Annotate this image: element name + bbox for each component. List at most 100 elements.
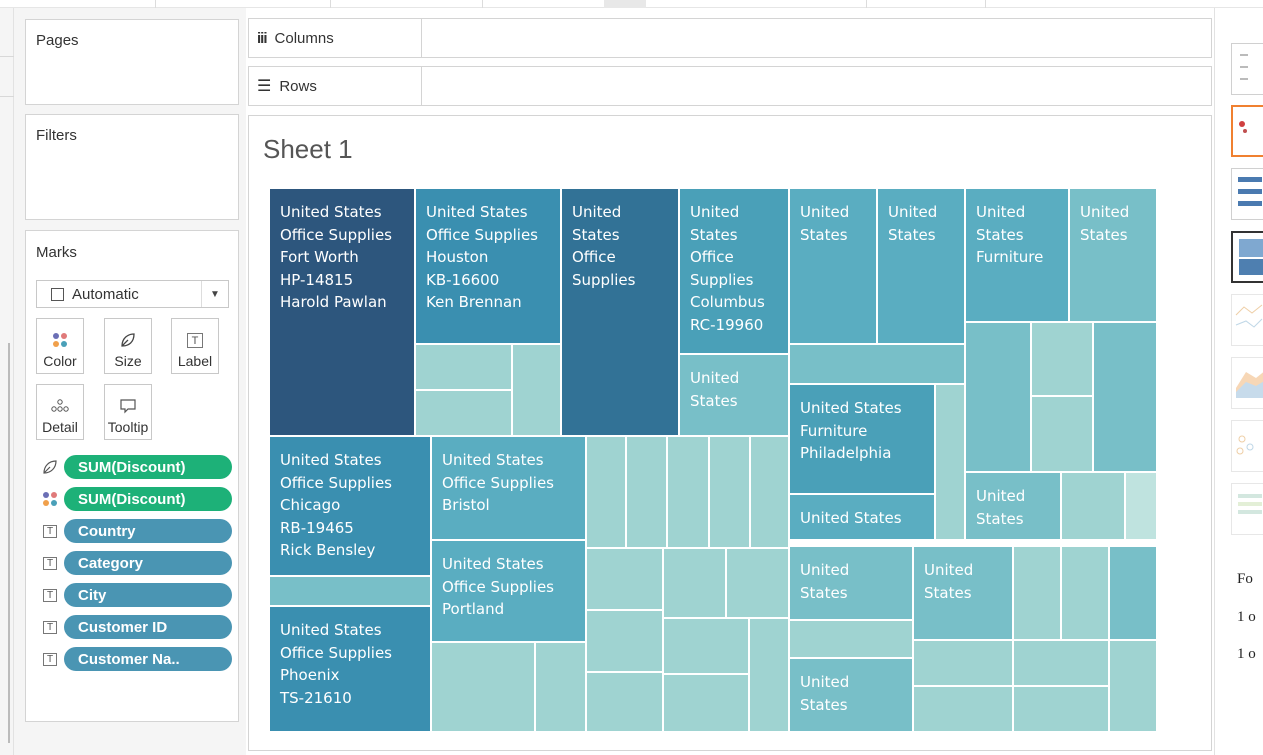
chart-type-map[interactable]	[1231, 105, 1263, 157]
mark-pill[interactable]: SUM(Discount)	[64, 487, 232, 511]
pages-card[interactable]: Pages	[25, 19, 239, 105]
mark-label-line: United States	[800, 509, 902, 527]
treemap-mark-t7[interactable]: United States	[877, 188, 965, 344]
mark-label-line: States	[800, 695, 848, 714]
view-canvas[interactable]: Sheet 1 United States Office Supplies Fort…	[248, 115, 1212, 751]
treemap-mark[interactable]	[586, 548, 663, 610]
label-button[interactable]: T Label	[171, 318, 219, 374]
tooltip-button[interactable]: Tooltip	[104, 384, 152, 440]
treemap-mark[interactable]	[586, 436, 626, 548]
treemap-mark-t3[interactable]: United States Office Supplies	[561, 188, 679, 436]
treemap-mark[interactable]	[965, 322, 1031, 472]
label-button-label: Label	[177, 353, 213, 369]
treemap[interactable]: United States Office Supplies Fort Worth HP…	[269, 188, 1157, 732]
color-button[interactable]: Color	[36, 318, 84, 374]
filters-card[interactable]: Filters	[25, 114, 239, 220]
treemap-mark-t1[interactable]: United States Office Supplies Fort Worth HP…	[269, 188, 415, 436]
treemap-mark[interactable]	[789, 344, 965, 384]
chart-type-scatter[interactable]	[1231, 420, 1263, 472]
mark-label-line: United States	[442, 451, 544, 469]
treemap-mark[interactable]	[431, 642, 535, 732]
toolbar-divider	[866, 0, 867, 8]
chart-type-area[interactable]	[1231, 357, 1263, 409]
treemap-mark-t5[interactable]: United States	[679, 354, 789, 436]
chevron-down-icon[interactable]: ▼	[201, 281, 228, 307]
treemap-mark[interactable]	[663, 674, 749, 732]
treemap-mark[interactable]	[269, 576, 431, 606]
treemap-mark[interactable]	[1031, 322, 1093, 396]
toolbar-divider	[985, 0, 986, 8]
treemap-mark-t4[interactable]: United States Office Supplies Columbus RC-199…	[679, 188, 789, 354]
pages-label: Pages	[36, 32, 79, 49]
treemap-mark[interactable]	[709, 436, 750, 548]
treemap-mark[interactable]	[749, 618, 789, 732]
treemap-mark[interactable]	[667, 436, 709, 548]
treemap-mark[interactable]	[535, 642, 586, 732]
mark-pill[interactable]: Customer ID	[64, 615, 232, 639]
treemap-mark[interactable]	[663, 618, 749, 674]
treemap-mark-t16[interactable]: United States Office Supplies Phoenix TS-21…	[269, 606, 431, 732]
treemap-mark[interactable]	[663, 548, 726, 618]
detail-button[interactable]: Detail	[36, 384, 84, 440]
treemap-mark[interactable]	[1031, 396, 1093, 472]
treemap-mark[interactable]	[1013, 546, 1061, 640]
treemap-mark[interactable]	[586, 610, 663, 672]
mark-pill[interactable]: Category	[64, 551, 232, 575]
chart-type-gantt[interactable]	[1231, 483, 1263, 535]
treemap-mark[interactable]	[1061, 472, 1125, 540]
treemap-mark[interactable]	[789, 620, 913, 658]
chart-type-text-table[interactable]	[1231, 43, 1263, 95]
treemap-mark-t18[interactable]: United States	[913, 546, 1013, 640]
treemap-mark-t14[interactable]: United States Office Supplies Bristol	[431, 436, 586, 540]
mark-pill[interactable]: City	[64, 583, 232, 607]
treemap-mark[interactable]	[935, 384, 965, 540]
chart-type-treemap[interactable]	[1231, 231, 1263, 283]
treemap-mark[interactable]	[1061, 546, 1109, 640]
data-pane-edge[interactable]	[0, 8, 14, 755]
treemap-mark[interactable]	[1109, 640, 1157, 732]
treemap-mark[interactable]	[726, 548, 789, 618]
columns-shelf[interactable]: iii Columns	[248, 18, 1212, 58]
mark-pill[interactable]: Country	[64, 519, 232, 543]
treemap-mark[interactable]	[415, 390, 512, 436]
size-button[interactable]: Size	[104, 318, 152, 374]
treemap-mark[interactable]	[1109, 546, 1157, 640]
treemap-mark[interactable]	[626, 436, 667, 548]
mark-label-line: Philadelphia	[800, 444, 892, 462]
treemap-mark-t19[interactable]: United States	[789, 658, 913, 732]
treemap-mark-t8[interactable]: United States Furniture	[965, 188, 1069, 322]
rows-shelf[interactable]: ☰ Rows	[248, 66, 1212, 106]
treemap-mark-t13[interactable]: United States Office Supplies Chicago RB-19…	[269, 436, 431, 576]
mark-pill[interactable]: SUM(Discount)	[64, 455, 232, 479]
treemap-mark-t12[interactable]: United States	[965, 472, 1061, 540]
treemap-mark-t11[interactable]: United States	[789, 494, 935, 540]
mark-label-line: United States	[280, 621, 382, 639]
toolbar-tab[interactable]	[604, 0, 646, 8]
treemap-mark[interactable]	[1125, 472, 1157, 540]
mark-label-line: United	[924, 561, 974, 579]
treemap-mark[interactable]	[586, 672, 663, 732]
treemap-mark[interactable]	[415, 344, 512, 390]
treemap-mark-t15[interactable]: United States Office Supplies Portland	[431, 540, 586, 642]
mark-label-line: Furniture	[976, 248, 1044, 266]
mark-pill[interactable]: Customer Na..	[64, 647, 232, 671]
mark-label-line: Portland	[442, 600, 505, 618]
treemap-mark[interactable]	[1013, 640, 1109, 686]
treemap-mark[interactable]	[512, 344, 561, 436]
chart-type-lines[interactable]	[1231, 294, 1263, 346]
treemap-mark[interactable]	[913, 640, 1013, 686]
mark-label-line: Supplies	[572, 270, 636, 289]
treemap-mark-t17[interactable]: United States	[789, 546, 913, 620]
show-me-hint-line: 1 o	[1237, 609, 1256, 625]
mark-type-dropdown[interactable]: Automatic ▼	[36, 280, 229, 308]
treemap-mark-t6[interactable]: United States	[789, 188, 877, 344]
toolbar-divider	[482, 0, 483, 8]
chart-type-bars[interactable]	[1231, 168, 1263, 220]
treemap-mark[interactable]	[1093, 322, 1157, 472]
treemap-mark[interactable]	[913, 686, 1013, 732]
treemap-mark-t10[interactable]: United States Furniture Philadelphia	[789, 384, 935, 494]
treemap-mark-t9[interactable]: United States	[1069, 188, 1157, 322]
treemap-mark[interactable]	[750, 436, 789, 548]
treemap-mark[interactable]	[1013, 686, 1109, 732]
treemap-mark-t2[interactable]: United States Office Supplies Houston KB-16…	[415, 188, 561, 344]
